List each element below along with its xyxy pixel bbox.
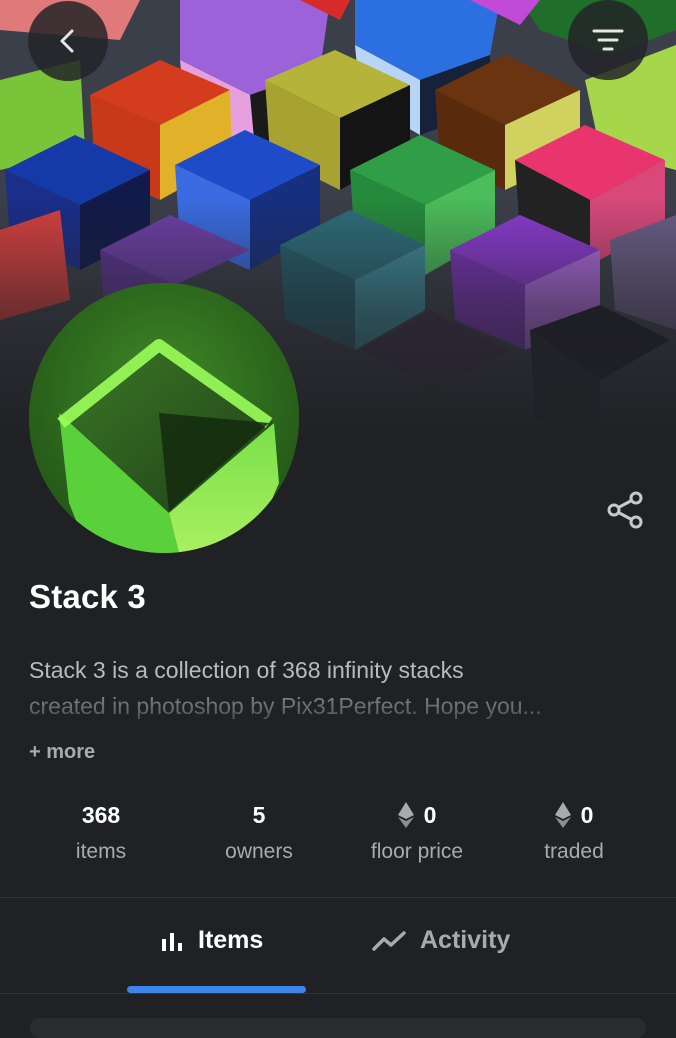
share-button[interactable] <box>606 490 646 530</box>
back-button[interactable] <box>28 1 108 81</box>
stat-value: 368 <box>81 801 121 828</box>
ethereum-icon <box>554 802 571 828</box>
tab-items[interactable]: Items <box>160 926 263 955</box>
filter-button[interactable] <box>568 0 648 80</box>
share-icon <box>607 491 643 529</box>
stat-label: items <box>75 840 127 863</box>
green-stack-logo-image <box>29 283 299 553</box>
description-line-2: created in photoshop by Pix31Perfect. Ho… <box>29 693 542 719</box>
divider <box>0 993 676 994</box>
tab-activity[interactable]: Activity <box>372 926 510 955</box>
stat-label: owners <box>225 840 293 863</box>
description-line-1: Stack 3 is a collection of 368 infinity … <box>29 657 464 683</box>
stat-value: 5 <box>252 801 266 828</box>
stat-traded: 0 traded <box>494 798 654 864</box>
stat-items: 368 items <box>21 798 181 864</box>
collection-stats: 368 items 5 owners 0 floor price 0 trade… <box>0 798 676 878</box>
collection-avatar <box>29 283 299 553</box>
more-link[interactable]: + more <box>29 741 95 764</box>
stat-floor-price: 0 floor price <box>337 798 497 864</box>
tab-bar: Items Activity <box>0 898 676 993</box>
active-tab-indicator <box>127 986 306 993</box>
bar-chart-icon <box>162 932 182 951</box>
ethereum-icon <box>397 802 414 828</box>
stat-owners: 5 owners <box>179 798 339 864</box>
stat-value: 0 <box>580 801 594 828</box>
stat-label: traded <box>544 840 604 863</box>
filter-icon <box>592 29 624 51</box>
collection-title: Stack 3 <box>29 578 146 615</box>
chevron-left-icon <box>60 29 74 53</box>
tab-label: Activity <box>420 926 511 954</box>
collection-description: Stack 3 is a collection of 368 infinity … <box>29 652 649 724</box>
tab-label: Items <box>198 926 264 954</box>
stat-value: 0 <box>423 801 437 828</box>
trend-line-icon <box>372 930 406 951</box>
item-card-peek <box>30 1018 646 1038</box>
stat-label: floor price <box>370 840 464 863</box>
